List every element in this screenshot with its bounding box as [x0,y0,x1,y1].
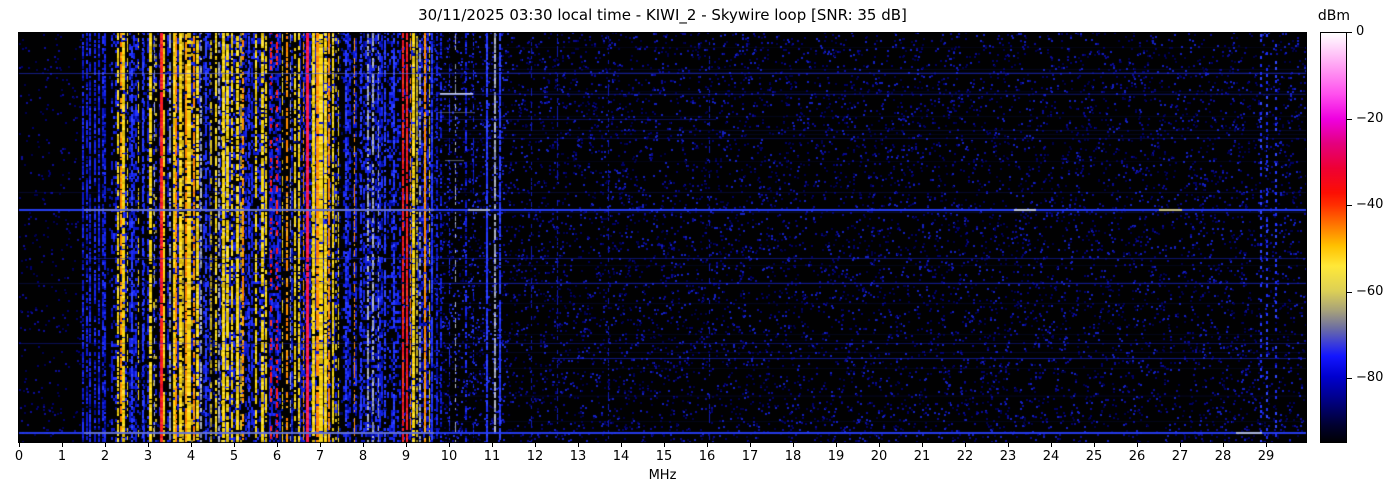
x-tick-mark [1266,443,1267,447]
colorbar-tick-mark [1347,292,1352,293]
x-tick-label: 13 [569,449,587,464]
x-tick-label: 2 [100,449,110,464]
colorbar-tick-label: 0 [1356,24,1365,39]
x-tick-mark [621,443,622,447]
x-tick-mark [1051,443,1052,447]
x-tick-mark [965,443,966,447]
x-tick-mark [578,443,579,447]
x-tick-label: 28 [1214,449,1232,464]
x-tick-mark [836,443,837,447]
x-tick-label: 26 [1128,449,1146,464]
x-tick-mark [62,443,63,447]
x-tick-label: 21 [913,449,931,464]
x-tick-mark [922,443,923,447]
colorbar [1320,32,1347,443]
x-tick-mark [707,443,708,447]
colorbar-tick-mark [1347,378,1352,379]
spectrogram-canvas [18,32,1307,443]
x-tick-mark [1223,443,1224,447]
x-tick-label: 6 [272,449,282,464]
x-tick-label: 8 [358,449,368,464]
x-tick-label: 22 [956,449,974,464]
colorbar-tick-label: −20 [1356,111,1384,126]
x-tick-mark [535,443,536,447]
x-tick-label: 4 [186,449,196,464]
x-tick-label: 17 [741,449,759,464]
x-tick-label: 25 [1085,449,1103,464]
x-tick-mark [1094,443,1095,447]
x-tick-mark [363,443,364,447]
x-tick-label: 15 [655,449,673,464]
x-tick-label: 3 [143,449,153,464]
x-tick-label: 14 [612,449,630,464]
x-tick-mark [406,443,407,447]
x-tick-label: 19 [827,449,845,464]
x-tick-label: 20 [870,449,888,464]
colorbar-unit-label: dBm [1317,8,1351,24]
colorbar-tick-mark [1347,205,1352,206]
x-tick-label: 11 [483,449,501,464]
x-tick-label: 5 [229,449,239,464]
x-tick-mark [793,443,794,447]
x-tick-label: 9 [401,449,411,464]
colorbar-gradient [1321,33,1346,442]
x-tick-mark [19,443,20,447]
x-tick-mark [449,443,450,447]
x-tick-mark [277,443,278,447]
x-tick-label: 29 [1257,449,1275,464]
x-tick-label: 27 [1171,449,1189,464]
colorbar-tick-label: −40 [1356,197,1384,212]
colorbar-tick-mark [1347,119,1352,120]
x-tick-mark [234,443,235,447]
x-tick-mark [105,443,106,447]
colorbar-tick-mark [1347,32,1352,33]
x-tick-label: 12 [526,449,544,464]
x-tick-mark [1008,443,1009,447]
x-tick-label: 0 [14,449,24,464]
x-tick-mark [750,443,751,447]
x-tick-label: 7 [315,449,325,464]
x-tick-mark [1137,443,1138,447]
kiwisdr-snr-spectrogram-figure: 30/11/2025 03:30 local time - KIWI_2 - S… [0,0,1400,500]
x-tick-label: 1 [57,449,67,464]
x-axis-label: MHz [648,468,677,483]
colorbar-tick-label: −60 [1356,284,1384,299]
x-tick-mark [879,443,880,447]
x-tick-mark [191,443,192,447]
x-tick-mark [492,443,493,447]
colorbar-tick-label: −80 [1356,370,1384,385]
x-tick-mark [664,443,665,447]
x-tick-mark [148,443,149,447]
x-tick-label: 24 [1042,449,1060,464]
x-tick-label: 16 [698,449,716,464]
x-tick-mark [320,443,321,447]
x-tick-label: 10 [440,449,458,464]
x-tick-mark [1180,443,1181,447]
x-tick-label: 23 [999,449,1017,464]
plot-title: 30/11/2025 03:30 local time - KIWI_2 - S… [418,6,907,24]
x-tick-label: 18 [784,449,802,464]
